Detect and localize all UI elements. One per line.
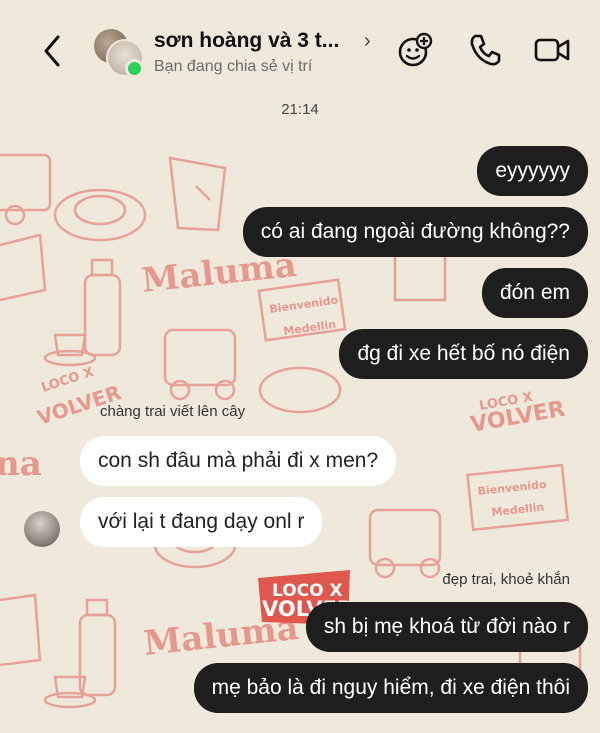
video-camera-icon[interactable]: [533, 31, 571, 69]
outgoing-message[interactable]: mẹ bảo là đi nguy hiểm, đi xe điện thôi: [193, 663, 588, 713]
outgoing-message[interactable]: eyyyyyy: [477, 146, 588, 196]
sender-name: đẹp trai, khoẻ khắn: [442, 571, 570, 588]
incoming-message[interactable]: với lại t đang dạy onl r: [80, 497, 323, 547]
group-avatar[interactable]: [92, 27, 144, 78]
chat-title[interactable]: sơn hoàng và 3 t...: [154, 29, 339, 53]
chat-header: sơn hoàng và 3 t... › Bạn đang chia sẻ v…: [0, 0, 600, 92]
sender-name: chàng trai viết lên cây: [100, 403, 246, 420]
food-truck-doodle: [0, 153, 52, 226]
wallpaper-medellin-2: Medellin: [491, 501, 545, 519]
back-arrow-icon[interactable]: [38, 33, 66, 69]
phone-icon[interactable]: [466, 31, 504, 69]
sender-avatar[interactable]: [24, 511, 60, 547]
outgoing-message[interactable]: đg đi xe hết bố nó điện: [339, 329, 588, 379]
outgoing-message[interactable]: đón em: [481, 268, 588, 318]
chevron-right-icon[interactable]: ›: [364, 30, 371, 53]
wallpaper-bienvenido-2: Bienvenido: [477, 478, 548, 498]
plate-doodle: [53, 188, 147, 242]
incoming-message[interactable]: con sh đâu mà phải đi x men?: [80, 436, 397, 486]
location-sharing-status[interactable]: Bạn đang chia sẻ vị trí: [154, 58, 312, 76]
add-effects-icon[interactable]: [396, 31, 434, 69]
message-timestamp: 21:14: [281, 101, 319, 118]
outgoing-message[interactable]: có ai đang ngoài đường không??: [242, 207, 588, 257]
wallpaper-bienvenido-1: Bienvenido: [269, 293, 340, 316]
wallpaper-na: na: [0, 444, 42, 484]
online-status-dot: [125, 59, 144, 78]
outgoing-message[interactable]: sh bị mẹ khoá từ đời nào r: [305, 602, 588, 652]
bucket-doodle: [168, 156, 227, 232]
